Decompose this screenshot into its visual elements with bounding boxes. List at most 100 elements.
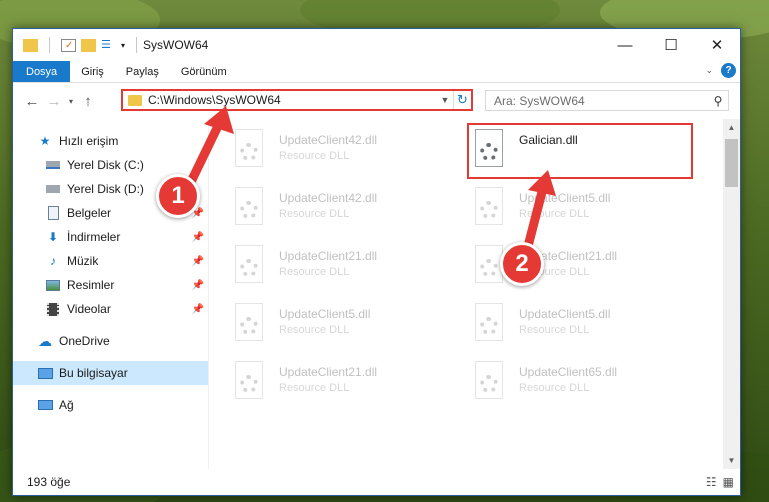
sidebar-item-music[interactable]: ♪ Müzik 📌 (13, 249, 208, 273)
tab-share[interactable]: Paylaş (115, 61, 170, 82)
file-item[interactable]: UpdateClient42.dll Resource DLL (231, 187, 461, 235)
navigation-bar: ← → ▾ ↑ C:\Windows\SysWOW64 ▼ ↻ Ara: Sys… (13, 83, 740, 119)
close-button[interactable]: ✕ (694, 29, 740, 61)
download-arrow-icon: ⬇ (47, 230, 59, 244)
dll-file-icon (231, 187, 267, 229)
customize-toolbar-chevron-icon[interactable]: ▾ (121, 41, 125, 50)
network-icon (37, 398, 53, 412)
file-name: UpdateClient42.dll (279, 191, 378, 205)
sidebar-item-onedrive[interactable]: ☁ OneDrive (13, 329, 208, 353)
tab-home[interactable]: Giriş (70, 61, 115, 82)
address-path[interactable]: C:\Windows\SysWOW64 (148, 93, 437, 107)
dll-file-icon (231, 303, 267, 345)
new-folder-icon[interactable] (81, 38, 96, 52)
search-icon[interactable]: ⚲ (708, 94, 728, 108)
details-view-icon[interactable]: ☷ (706, 475, 717, 489)
sidebar-item-label: Yerel Disk (D:) (67, 182, 144, 196)
pin-icon[interactable]: 📌 (192, 304, 204, 315)
file-type: Resource DLL (279, 382, 350, 394)
address-dropdown-chevron-icon[interactable]: ▼ (437, 95, 453, 105)
file-type: Resource DLL (279, 208, 350, 220)
file-type: Resource DLL (279, 266, 350, 278)
sidebar-item-label: Yerel Disk (C:) (67, 158, 144, 172)
sidebar-item-label: Müzik (67, 254, 99, 268)
content-area: ★ Hızlı erişim Yerel Disk (C:) Yerel Dis… (13, 119, 740, 469)
file-type: Resource DLL (279, 150, 350, 162)
maximize-button[interactable]: ☐ (648, 29, 694, 61)
forward-button[interactable]: → (43, 93, 65, 110)
star-icon: ★ (39, 134, 51, 148)
title-bar: ✓ ☰ ▾ SysWOW64 — ☐ ✕ (13, 29, 740, 61)
view-options-icon[interactable]: ☰ (101, 39, 116, 52)
file-item[interactable]: UpdateClient42.dll Resource DLL (231, 129, 461, 177)
sidebar-item-quick-access[interactable]: ★ Hızlı erişim (13, 129, 208, 153)
minimize-button[interactable]: — (602, 29, 648, 61)
file-item[interactable]: UpdateClient5.dll Resource DLL (231, 303, 461, 351)
document-icon (45, 206, 61, 220)
dll-file-icon (231, 129, 267, 171)
pin-icon[interactable]: 📌 (192, 280, 204, 291)
scroll-up-arrow-icon[interactable]: ▲ (723, 119, 740, 136)
file-item[interactable]: UpdateClient65.dll Resource DLL (471, 361, 701, 409)
properties-icon[interactable]: ✓ (61, 38, 76, 52)
file-name: UpdateClient5.dll (279, 307, 371, 321)
vertical-scrollbar[interactable]: ▲ ▼ (723, 119, 740, 469)
drive-icon (45, 158, 61, 172)
large-icons-view-icon[interactable]: ▦ (723, 475, 734, 489)
sidebar-item-this-pc[interactable]: Bu bilgisayar (13, 361, 208, 385)
file-list: UpdateClient42.dll Resource DLL Galician.… (209, 119, 740, 469)
file-name: UpdateClient5.dll (519, 191, 611, 205)
sidebar-item-downloads[interactable]: ⬇ İndirmeler 📌 (13, 225, 208, 249)
recent-locations-chevron-icon[interactable]: ▾ (65, 97, 77, 106)
search-input[interactable]: Ara: SysWOW64 (494, 94, 708, 108)
file-item[interactable]: UpdateClient21.dll Resource DLL (231, 361, 461, 409)
step-2-badge: 2 (500, 242, 544, 286)
sidebar-item-label: OneDrive (59, 334, 110, 348)
selected-file-highlight (467, 123, 693, 179)
pin-icon[interactable]: 📌 (192, 256, 204, 267)
scrollbar-thumb[interactable] (725, 139, 738, 187)
refresh-button[interactable]: ↻ (453, 91, 471, 109)
file-type: Resource DLL (519, 208, 590, 220)
navigation-pane: ★ Hızlı erişim Yerel Disk (C:) Yerel Dis… (13, 119, 209, 469)
tab-file[interactable]: Dosya (13, 61, 71, 82)
file-item[interactable]: UpdateClient5.dll Resource DLL (471, 187, 701, 235)
sidebar-item-label: Hızlı erişim (59, 134, 119, 148)
back-button[interactable]: ← (21, 93, 43, 110)
file-type: Resource DLL (519, 324, 590, 336)
sidebar-item-label: Belgeler (67, 206, 112, 220)
folder-icon (128, 94, 142, 106)
step-1-badge: 1 (156, 174, 200, 218)
tab-view[interactable]: Görünüm (170, 61, 238, 82)
file-name: UpdateClient5.dll (519, 307, 611, 321)
explorer-window: ✓ ☰ ▾ SysWOW64 — ☐ ✕ Dosya Giriş Paylaş … (12, 28, 741, 496)
sidebar-item-label: Bu bilgisayar (59, 366, 128, 380)
file-item[interactable]: UpdateClient21.dll Resource DLL (231, 245, 461, 293)
file-name: UpdateClient65.dll (519, 365, 618, 379)
folder-icon (23, 38, 38, 52)
window-title: SysWOW64 (143, 38, 209, 52)
file-item[interactable]: UpdateClient5.dll Resource DLL (471, 303, 701, 351)
scroll-down-arrow-icon[interactable]: ▼ (723, 452, 740, 469)
item-count: 193 öğe (27, 475, 71, 489)
sidebar-item-pictures[interactable]: Resimler 📌 (13, 273, 208, 297)
expand-ribbon-chevron-icon[interactable]: ⌄ (705, 65, 713, 76)
file-name: UpdateClient21.dll (279, 249, 378, 263)
music-note-icon: ♪ (50, 254, 56, 268)
dll-file-icon (471, 361, 507, 403)
film-strip-icon (45, 302, 61, 316)
pin-icon[interactable]: 📌 (192, 232, 204, 243)
sidebar-item-label: Videolar (67, 302, 111, 316)
pictures-icon (45, 278, 61, 292)
sidebar-item-network[interactable]: Ağ (13, 393, 208, 417)
up-button[interactable]: ↑ (77, 93, 99, 110)
dll-file-icon (231, 245, 267, 287)
address-bar[interactable]: C:\Windows\SysWOW64 ▼ ↻ (121, 89, 473, 111)
help-icon[interactable]: ? (721, 63, 736, 78)
sidebar-item-label: Ağ (59, 398, 74, 412)
file-name: UpdateClient42.dll (279, 133, 378, 147)
cloud-icon: ☁ (38, 332, 52, 349)
dll-file-icon (471, 303, 507, 345)
search-box[interactable]: Ara: SysWOW64 ⚲ (485, 90, 729, 111)
sidebar-item-videos[interactable]: Videolar 📌 (13, 297, 208, 321)
